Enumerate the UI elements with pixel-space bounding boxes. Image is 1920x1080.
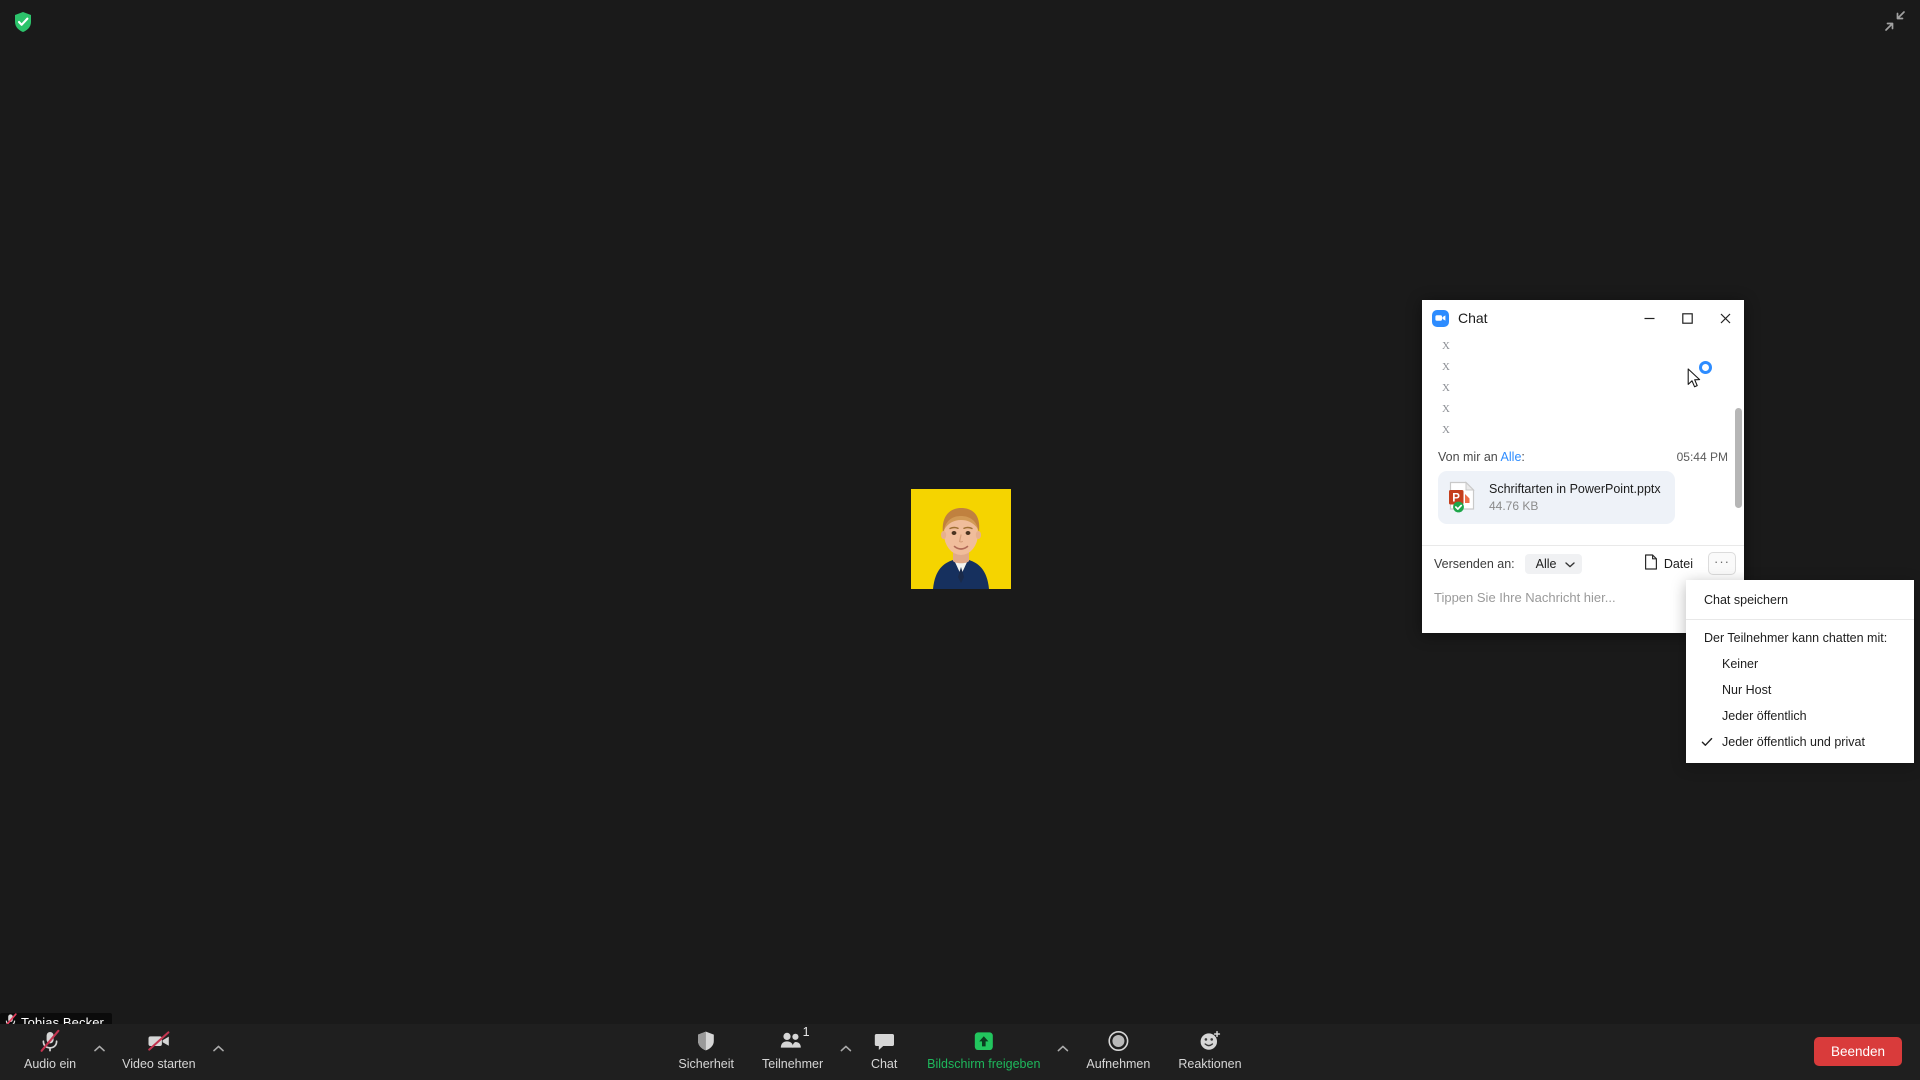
menu-option-nobody[interactable]: Keiner <box>1686 651 1914 677</box>
share-screen-icon <box>970 1030 997 1052</box>
toolbar-label-reactions: Reaktionen <box>1178 1057 1242 1071</box>
toolbar-right-group: Beenden <box>1813 1037 1902 1066</box>
toolbar-center-group: Sicherheit 1 Teilnehmer Chat Bildschirm … <box>664 1024 1255 1080</box>
menu-option-everyone-publicly[interactable]: Jeder öffentlich <box>1686 703 1914 729</box>
menu-option-label: Jeder öffentlich <box>1722 709 1807 723</box>
zoom-meeting-window: Tobias Becker Audio ein Video starten Si… <box>0 0 1920 1080</box>
file-metadata: Schriftarten in PowerPoint.pptx 44.76 KB <box>1489 482 1661 513</box>
toolbar-label-participants: Teilnehmer <box>762 1057 824 1071</box>
menu-option-host-only[interactable]: Nur Host <box>1686 677 1914 703</box>
toolbar-button-security[interactable]: Sicherheit <box>664 1024 748 1071</box>
chat-send-options-row: Versenden an: Alle Datei ··· <box>1422 546 1744 582</box>
record-icon <box>1107 1030 1129 1052</box>
chat-scrollbar-thumb[interactable] <box>1735 407 1742 508</box>
menu-heading-permissions: Der Teilnehmer kann chatten mit: <box>1704 631 1888 645</box>
message-header: Von mir an Alle: 05:44 PM <box>1432 444 1734 464</box>
mic-muted-icon <box>39 1029 61 1052</box>
chevron-up-icon-participants[interactable] <box>837 1024 855 1070</box>
attach-file-label: Datei <box>1663 556 1693 571</box>
powerpoint-file-icon: P <box>1448 481 1478 514</box>
toolbar-label-share-screen: Bildschirm freigeben <box>927 1057 1041 1071</box>
shield-icon <box>696 1030 717 1052</box>
participant-video-tile[interactable] <box>911 489 1011 589</box>
chat-options-context-menu: Chat speichern Der Teilnehmer kann chatt… <box>1686 580 1914 763</box>
chevron-up-icon-video[interactable] <box>210 1024 228 1070</box>
more-options-icon[interactable]: ··· <box>1708 552 1736 575</box>
chat-scrollbar[interactable] <box>1735 338 1742 543</box>
message-sender: Von mir an Alle: <box>1438 450 1525 464</box>
chat-window-title: Chat <box>1458 310 1488 326</box>
menu-option-label: Keiner <box>1722 657 1759 671</box>
toolbar-button-participants[interactable]: 1 Teilnehmer <box>748 1024 837 1071</box>
shield-check-icon[interactable] <box>12 10 34 34</box>
zoom-video-logo-icon <box>1432 309 1449 327</box>
toolbar-label-record: Aufnehmen <box>1086 1057 1151 1071</box>
recipient-dropdown-value: Alle <box>1535 556 1557 571</box>
toolbar-label-chat: Chat <box>870 1057 898 1071</box>
recipient-dropdown[interactable]: Alle <box>1524 553 1583 574</box>
message-timestamp: 05:44 PM <box>1676 450 1728 464</box>
toolbar-left-group: Audio ein Video starten <box>10 1024 228 1080</box>
close-icon[interactable] <box>1706 300 1744 336</box>
toolbar-button-reactions[interactable]: Reaktionen <box>1164 1024 1255 1071</box>
send-to-label: Versenden an: <box>1434 556 1515 571</box>
file-attachment-card[interactable]: P Schriftarten in PowerPoint.pptx 44.76 … <box>1438 471 1675 524</box>
audio-control-group: Audio ein <box>10 1024 108 1071</box>
list-item: X <box>1442 382 1450 394</box>
avatar <box>911 489 1011 589</box>
attach-file-button[interactable]: Datei <box>1638 551 1699 576</box>
file-size: 44.76 KB <box>1489 499 1539 513</box>
toolbar-label-audio: Audio ein <box>24 1057 77 1071</box>
menu-item-save-chat[interactable]: Chat speichern <box>1686 586 1914 614</box>
participants-count-badge: 1 <box>802 1025 810 1039</box>
chat-bubble-icon <box>873 1030 895 1052</box>
list-item: X <box>1442 340 1450 352</box>
exit-fullscreen-icon[interactable] <box>1884 10 1906 32</box>
list-item: X <box>1442 403 1450 415</box>
menu-divider <box>1686 619 1914 620</box>
toolbar-button-audio[interactable]: Audio ein <box>10 1024 90 1071</box>
window-controls <box>1630 300 1744 336</box>
minimize-icon[interactable] <box>1630 300 1668 336</box>
chevron-up-icon-audio[interactable] <box>90 1024 108 1070</box>
participants-control-group: 1 Teilnehmer <box>748 1024 855 1071</box>
toolbar-button-video[interactable]: Video starten <box>108 1024 209 1071</box>
share-screen-control-group: Bildschirm freigeben <box>913 1024 1072 1071</box>
list-item: X <box>1442 424 1450 436</box>
toolbar-button-share-screen[interactable]: Bildschirm freigeben <box>913 1024 1054 1071</box>
loading-spinner-icon <box>1699 361 1712 374</box>
end-meeting-button[interactable]: Beenden <box>1813 1037 1902 1066</box>
message-recipient[interactable]: Alle <box>1501 450 1522 464</box>
list-item: X <box>1442 361 1450 373</box>
document-icon <box>1644 554 1658 573</box>
chat-message-list[interactable]: X X X X X Von mir an Alle: 05:44 PM P Sc… <box>1422 336 1744 545</box>
video-control-group: Video starten <box>108 1024 227 1071</box>
reactions-icon <box>1198 1030 1221 1052</box>
maximize-icon[interactable] <box>1668 300 1706 336</box>
toolbar-label-security: Sicherheit <box>678 1057 735 1071</box>
menu-option-label: Jeder öffentlich und privat <box>1722 735 1865 749</box>
chevron-down-icon <box>1565 557 1576 571</box>
menu-option-label: Nur Host <box>1722 683 1772 697</box>
meeting-toolbar: Audio ein Video starten Sicherheit 1 Tei… <box>0 1024 1920 1080</box>
video-muted-icon <box>146 1030 172 1052</box>
toolbar-label-video: Video starten <box>122 1057 196 1071</box>
file-name: Schriftarten in PowerPoint.pptx <box>1489 482 1661 496</box>
toolbar-button-record[interactable]: Aufnehmen <box>1072 1024 1164 1071</box>
menu-option-everyone-publicly-and-privately[interactable]: Jeder öffentlich und privat <box>1686 729 1914 755</box>
toolbar-button-chat[interactable]: Chat <box>855 1024 913 1071</box>
chevron-up-icon-share-screen[interactable] <box>1054 1024 1072 1070</box>
chat-titlebar: Chat <box>1422 300 1744 336</box>
checkmark-icon <box>1701 736 1713 748</box>
